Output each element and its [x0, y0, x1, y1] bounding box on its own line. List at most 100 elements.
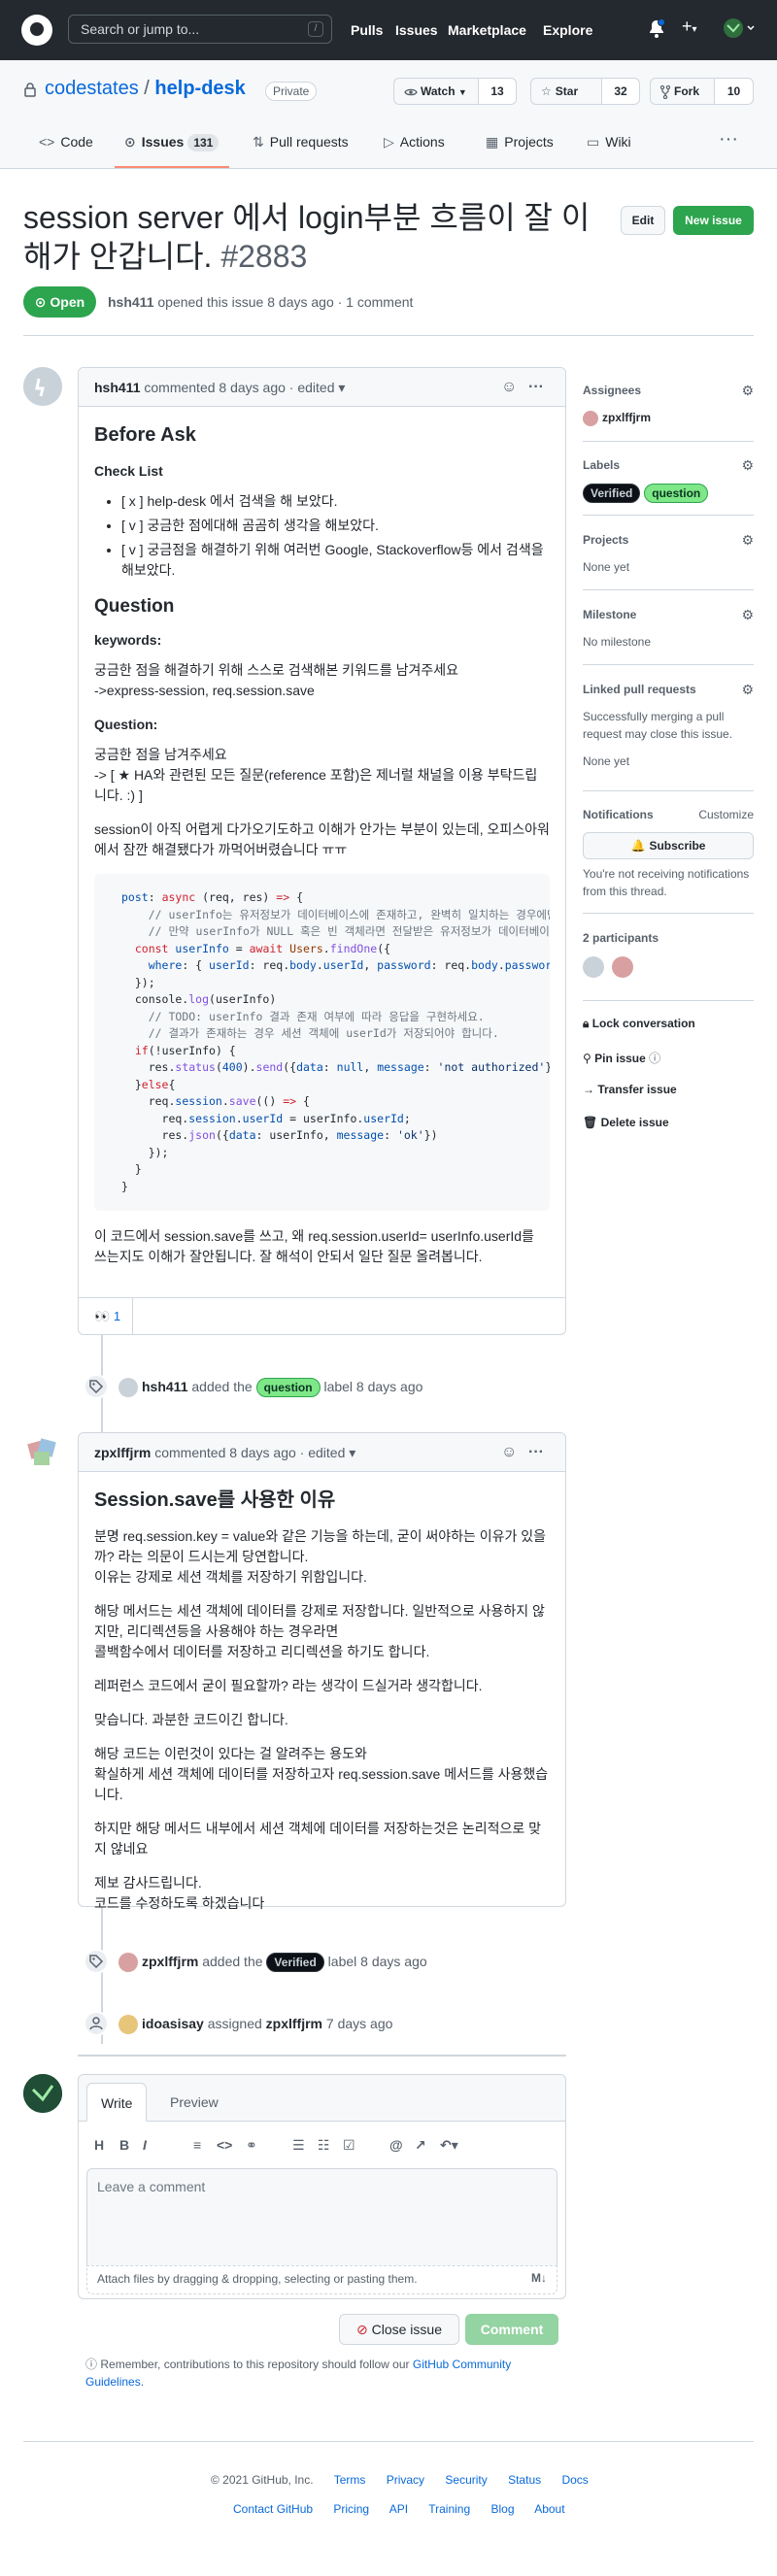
numbered-list-tool-icon[interactable]: ☷	[318, 2137, 330, 2154]
gear-icon[interactable]: ⚙	[741, 456, 754, 474]
verified-label[interactable]: Verified	[583, 484, 641, 503]
comment-textarea[interactable]: Leave a comment	[86, 2168, 557, 2265]
kebab-menu-icon[interactable]: ···	[528, 368, 544, 407]
reply-tool-icon[interactable]: ↶▾	[440, 2137, 458, 2154]
footer-link[interactable]: Terms	[334, 2473, 366, 2487]
comment-author-link[interactable]: hsh411	[94, 380, 140, 395]
tab-wiki[interactable]: ▭ Wiki	[587, 134, 631, 151]
event-actor-link[interactable]: zpxlffjrm	[142, 1954, 198, 1969]
watch-button[interactable]: Watch ▼	[393, 78, 479, 105]
nav-explore[interactable]: Explore	[543, 22, 592, 38]
tab-write[interactable]: Write	[86, 2083, 148, 2122]
comment-author-link[interactable]: zpxlffjrm	[94, 1445, 151, 1460]
hsh411-small-avatar[interactable]	[118, 1378, 138, 1398]
star-count[interactable]: 32	[601, 78, 640, 105]
footer-link[interactable]: Contact GitHub	[233, 2502, 313, 2516]
nav-pulls[interactable]: Pulls	[351, 22, 383, 38]
participant-avatar[interactable]	[583, 956, 604, 978]
assignee-link[interactable]: zpxlffjrm	[266, 2016, 322, 2031]
event-actor-link[interactable]: idoasisay	[142, 2016, 204, 2031]
footer-link[interactable]: About	[534, 2502, 564, 2516]
question-label[interactable]: question	[255, 1378, 321, 1397]
attach-files-zone[interactable]: Attach files by dragging & dropping, sel…	[86, 2265, 557, 2294]
zpxlffjrm-avatar[interactable]	[23, 1432, 62, 1471]
github-logo-icon[interactable]	[21, 15, 52, 46]
link-tool-icon[interactable]: ⚭	[246, 2137, 257, 2154]
bell-icon[interactable]	[648, 19, 665, 39]
footer-link[interactable]: Security	[445, 2473, 487, 2487]
watch-count[interactable]: 13	[478, 78, 517, 105]
mention-tool-icon[interactable]: @	[389, 2137, 403, 2153]
heading-tool-icon[interactable]: H	[94, 2137, 104, 2153]
user-avatar-icon[interactable]	[723, 17, 758, 40]
verified-label[interactable]: Verified	[266, 1953, 324, 1972]
assignees-title[interactable]: Assignees ⚙	[583, 382, 754, 399]
tab-actions[interactable]: ▷ Actions	[384, 134, 445, 151]
milestone-title[interactable]: Milestone ⚙	[583, 606, 754, 623]
nav-marketplace[interactable]: Marketplace	[448, 22, 526, 38]
tab-pull-requests[interactable]: ⇅ Pull requests	[253, 134, 349, 151]
repo-owner-link[interactable]: codestates	[45, 78, 139, 99]
repo-name-link[interactable]: help-desk	[154, 78, 245, 99]
pin-issue-button[interactable]: ⚲ Pin issue ⓘ	[583, 1050, 660, 1066]
footer-link[interactable]: Status	[508, 2473, 541, 2487]
gear-icon[interactable]: ⚙	[741, 681, 754, 698]
star-button[interactable]: ☆ Star	[530, 78, 602, 105]
eyes-reaction-button[interactable]: 👀 1	[94, 1298, 134, 1335]
markdown-icon[interactable]: M↓	[531, 2271, 547, 2285]
reference-tool-icon[interactable]: ↗	[415, 2137, 426, 2154]
search-input[interactable]: Search or jump to... /	[68, 15, 332, 44]
close-issue-button[interactable]: ⊘ Close issue	[339, 2314, 459, 2345]
tab-issues[interactable]: ⊙ Issues 131	[124, 134, 220, 151]
footer-link[interactable]: API	[389, 2502, 408, 2516]
code-tool-icon[interactable]: <>	[217, 2137, 232, 2153]
issue-author-link[interactable]: hsh411	[108, 294, 153, 310]
bold-tool-icon[interactable]: B	[119, 2137, 129, 2153]
footer-link[interactable]: Privacy	[387, 2473, 424, 2487]
nav-issues[interactable]: Issues	[395, 22, 438, 38]
footer-link[interactable]: Training	[428, 2502, 470, 2516]
plus-menu-icon[interactable]: +▾	[682, 17, 697, 37]
idoasisay-small-avatar[interactable]	[118, 2015, 138, 2035]
bulleted-list-tool-icon[interactable]: ☰	[292, 2137, 305, 2154]
new-issue-button[interactable]: New issue	[673, 206, 754, 235]
gear-icon[interactable]: ⚙	[741, 531, 754, 549]
gear-icon[interactable]: ⚙	[741, 382, 754, 399]
delete-issue-button[interactable]: 🗑︎ Delete issue	[583, 1116, 669, 1129]
person-icon	[84, 2011, 109, 2036]
footer-link[interactable]: Docs	[561, 2473, 588, 2487]
kebab-menu-icon[interactable]: ···	[528, 1433, 544, 1472]
labels-title[interactable]: Labels ⚙	[583, 456, 754, 474]
current-user-avatar[interactable]	[23, 2074, 62, 2113]
tab-projects[interactable]: ▦ Projects	[486, 134, 554, 151]
projects-title[interactable]: Projects ⚙	[583, 531, 754, 549]
lock-conversation-button[interactable]: 🔒︎ Lock conversation	[583, 1017, 695, 1031]
customize-link[interactable]: Customize	[698, 806, 754, 823]
italic-tool-icon[interactable]: I	[143, 2137, 147, 2153]
more-tabs-icon[interactable]: ···	[719, 128, 738, 151]
zpxlffjrm-small-avatar[interactable]	[118, 1953, 138, 1973]
edit-title-button[interactable]: Edit	[621, 206, 665, 235]
tab-preview[interactable]: Preview	[156, 2083, 232, 2122]
fork-count[interactable]: 10	[714, 78, 754, 105]
subscribe-button[interactable]: 🔔 Subscribe	[583, 832, 754, 859]
gear-icon[interactable]: ⚙	[741, 606, 754, 623]
assignee-item[interactable]: zpxlffjrm	[583, 411, 754, 426]
tab-code[interactable]: <> Code	[39, 134, 93, 150]
transfer-issue-button[interactable]: → Transfer issue	[583, 1083, 677, 1096]
linked-prs-title[interactable]: Linked pull requests ⚙	[583, 681, 754, 698]
smiley-icon[interactable]: ☺	[501, 368, 517, 407]
task-list-tool-icon[interactable]: ☑	[343, 2137, 355, 2154]
smiley-icon[interactable]: ☺	[501, 1433, 517, 1472]
comment-button[interactable]: Comment	[465, 2314, 558, 2345]
footer-link[interactable]: Pricing	[333, 2502, 369, 2516]
comment-meta[interactable]: commented 8 days ago · edited ▾	[144, 380, 345, 395]
event-actor-link[interactable]: hsh411	[142, 1379, 187, 1394]
comment-meta[interactable]: commented 8 days ago · edited ▾	[154, 1445, 355, 1460]
hsh411-avatar[interactable]	[23, 367, 62, 406]
quote-tool-icon[interactable]: ≡	[193, 2137, 201, 2153]
question-label[interactable]: question	[644, 484, 709, 503]
participant-avatar[interactable]	[611, 956, 633, 978]
fork-button[interactable]: Fork	[650, 78, 715, 105]
footer-link[interactable]: Blog	[490, 2502, 514, 2516]
